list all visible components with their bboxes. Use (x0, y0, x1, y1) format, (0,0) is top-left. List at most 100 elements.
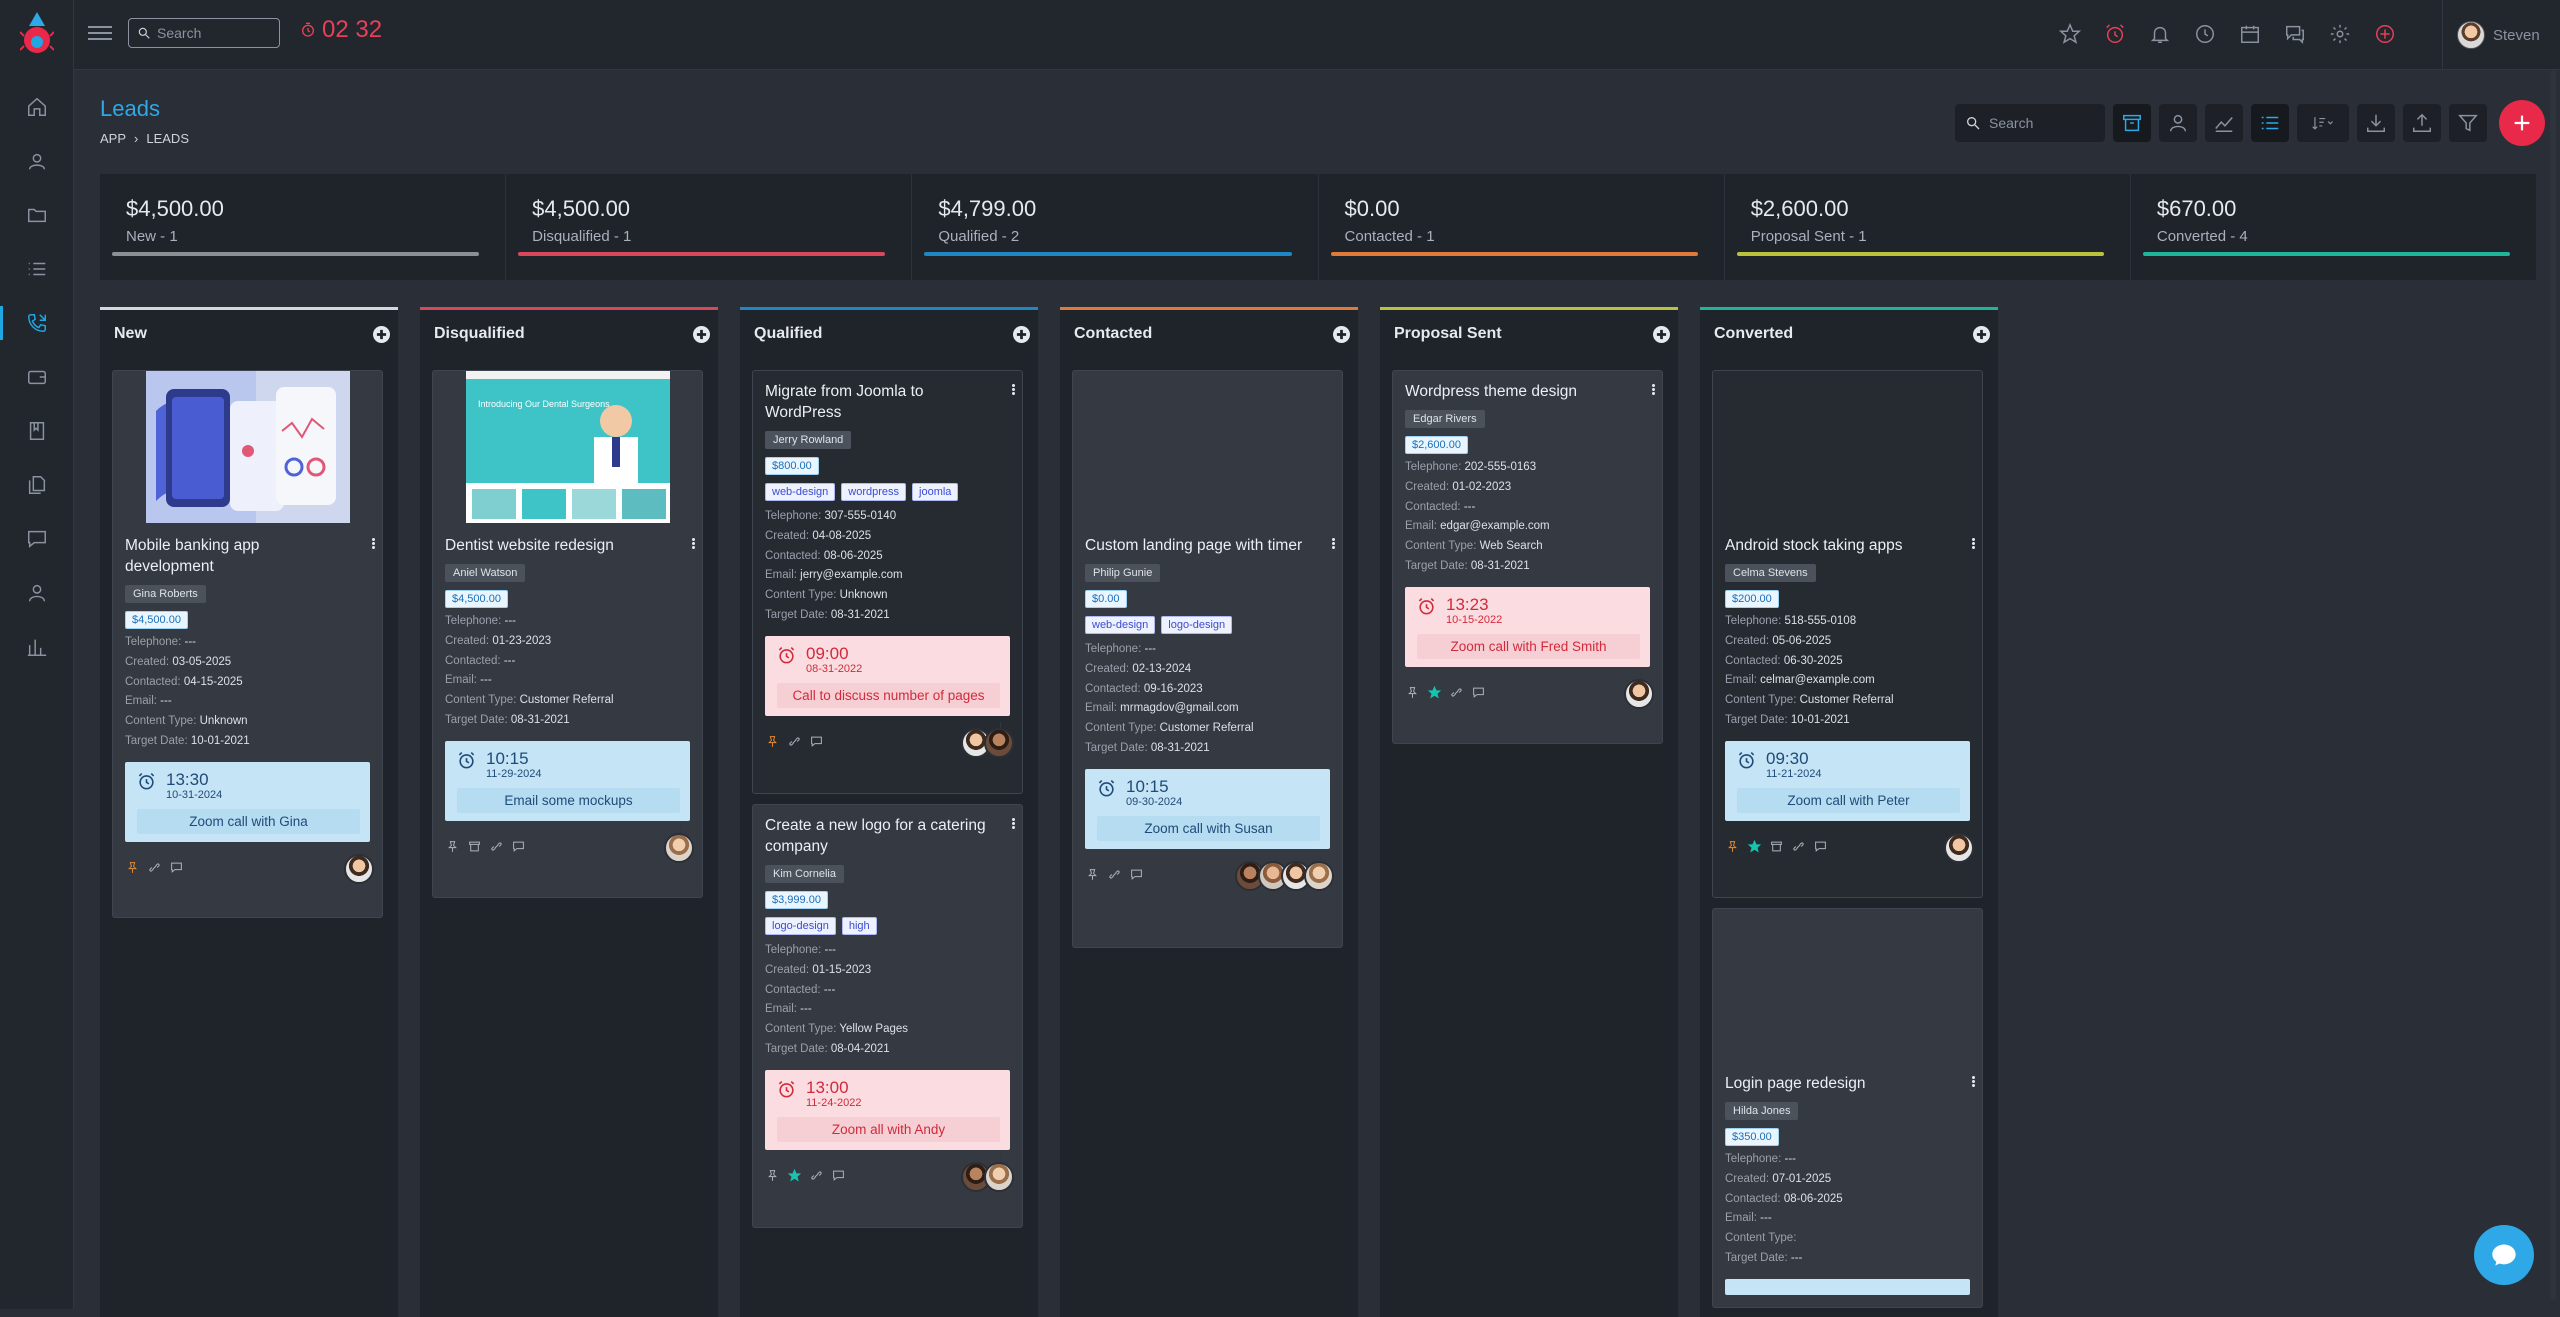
tag[interactable]: joomla (912, 483, 959, 501)
comment-icon[interactable] (511, 839, 526, 854)
card-title[interactable]: Dentist website redesign (433, 535, 702, 556)
lead-card[interactable]: Android stock taking apps Celma Stevens … (1712, 370, 1983, 898)
reminder[interactable]: 13:30 10-31-2024 Zoom call with Gina (125, 761, 370, 842)
avatar[interactable] (344, 853, 374, 884)
more-icon[interactable] (1972, 1075, 1976, 1088)
reminder[interactable]: 09:00 08-31-2022 Call to discuss number o… (765, 635, 1010, 716)
notifications-button[interactable] (2144, 20, 2175, 48)
favorites-button[interactable] (2054, 20, 2085, 48)
add-card-button[interactable] (373, 325, 390, 343)
support-chat-button[interactable] (2474, 1225, 2534, 1285)
comment-icon[interactable] (809, 734, 824, 749)
more-icon[interactable] (1012, 817, 1016, 830)
nav-contacts[interactable] (0, 134, 74, 188)
assigned-filter-button[interactable] (2159, 104, 2197, 142)
nav-book[interactable] (0, 404, 74, 458)
nav-reports[interactable] (0, 620, 74, 674)
card-title[interactable]: Mobile banking app development (113, 535, 382, 577)
settings-button[interactable] (2324, 20, 2355, 48)
add-card-button[interactable] (1973, 325, 1990, 343)
pin-icon[interactable] (765, 734, 780, 749)
star-icon[interactable] (1747, 839, 1762, 854)
star-icon[interactable] (787, 1168, 802, 1183)
card-title[interactable]: Custom landing page with timer (1073, 535, 1342, 556)
link-icon[interactable] (1449, 685, 1464, 700)
reminders-button[interactable] (2099, 20, 2130, 48)
add-card-button[interactable] (693, 325, 710, 343)
more-icon[interactable] (1652, 383, 1656, 396)
link-icon[interactable] (147, 860, 162, 875)
pin-icon[interactable] (765, 1168, 780, 1183)
avatar[interactable] (1944, 832, 1974, 863)
card-title[interactable]: Wordpress theme design (1393, 381, 1662, 402)
nav-files[interactable] (0, 458, 74, 512)
comment-icon[interactable] (1471, 685, 1486, 700)
breadcrumb-app[interactable]: APP (100, 131, 126, 146)
nav-leads[interactable] (0, 296, 74, 350)
nav-folder[interactable] (0, 188, 74, 242)
tag[interactable]: high (841, 917, 877, 935)
reminder[interactable]: 09:30 11-21-2024 Zoom call with Peter (1725, 740, 1970, 821)
archive-icon[interactable] (1769, 839, 1784, 854)
sort-button[interactable] (2297, 104, 2349, 142)
tag[interactable]: logo-design (1161, 616, 1233, 634)
import-button[interactable] (2357, 104, 2395, 142)
lead-card[interactable]: Create a new logo for a catering company… (752, 804, 1023, 1228)
calendar-button[interactable] (2234, 20, 2265, 48)
timesheet-button[interactable] (2189, 20, 2220, 48)
stats-button[interactable] (2205, 104, 2243, 142)
comment-icon[interactable] (169, 860, 184, 875)
reminder[interactable]: 10:15 09-30-2024 Zoom call with Susan (1085, 768, 1330, 849)
archive-icon[interactable] (467, 839, 482, 854)
pin-icon[interactable] (445, 839, 460, 854)
card-title[interactable]: Android stock taking apps (1713, 535, 1982, 556)
page-scrollbar[interactable] (2550, 70, 2556, 1300)
export-button[interactable] (2403, 104, 2441, 142)
user-menu[interactable]: Steven (2442, 0, 2560, 70)
leads-search-input[interactable]: Search (1955, 104, 2105, 142)
link-icon[interactable] (489, 839, 504, 854)
reminder[interactable]: 10:15 11-29-2024 Email some mockups (445, 740, 690, 821)
tag[interactable]: web-design (765, 483, 836, 501)
app-logo[interactable] (20, 10, 54, 58)
reminder[interactable]: 13:23 10-15-2022 Zoom call with Fred Smit… (1405, 586, 1650, 667)
lead-card[interactable]: Introducing Our Dental Surgeons Dentist … (432, 370, 703, 898)
more-icon[interactable] (1972, 537, 1976, 550)
pin-icon[interactable] (125, 860, 140, 875)
reminder[interactable] (1725, 1278, 1970, 1295)
tag[interactable]: web-design (1085, 616, 1156, 634)
avatar[interactable] (1624, 678, 1654, 709)
star-icon[interactable] (1427, 685, 1442, 700)
link-icon[interactable] (787, 734, 802, 749)
tag[interactable]: logo-design (765, 917, 836, 935)
nav-wallet[interactable] (0, 350, 74, 404)
list-view-button[interactable] (2251, 104, 2289, 142)
lead-card[interactable]: Migrate from Joomla to WordPress Jerry R… (752, 370, 1023, 794)
nav-user[interactable] (0, 566, 74, 620)
tag[interactable]: wordpress (841, 483, 907, 501)
reminder[interactable]: 13:00 11-24-2022 Zoom all with Andy (765, 1069, 1010, 1150)
add-lead-button[interactable] (2499, 100, 2545, 146)
nav-home[interactable] (0, 80, 74, 134)
lead-card[interactable]: Custom landing page with timer Philip Gu… (1072, 370, 1343, 948)
menu-toggle-icon[interactable] (88, 22, 112, 46)
more-icon[interactable] (692, 537, 696, 550)
global-search-input[interactable]: Search (128, 18, 280, 48)
quick-add-button[interactable] (2369, 20, 2400, 48)
comment-icon[interactable] (1813, 839, 1828, 854)
more-icon[interactable] (1012, 383, 1016, 396)
archive-toggle-button[interactable] (2113, 104, 2151, 142)
avatar[interactable] (984, 1161, 1014, 1192)
comment-icon[interactable] (831, 1168, 846, 1183)
timer[interactable]: 02 32 (300, 16, 382, 44)
link-icon[interactable] (809, 1168, 824, 1183)
card-title[interactable]: Migrate from Joomla to WordPress (753, 381, 1022, 423)
nav-list[interactable] (0, 242, 74, 296)
messages-button[interactable] (2279, 20, 2310, 48)
card-title[interactable]: Create a new logo for a catering company (753, 815, 1022, 857)
avatar[interactable] (984, 727, 1014, 758)
link-icon[interactable] (1107, 867, 1122, 882)
add-card-button[interactable] (1653, 325, 1670, 343)
lead-card[interactable]: Mobile banking app development Gina Robe… (112, 370, 383, 918)
lead-card[interactable]: Wordpress theme design Edgar Rivers $2,6… (1392, 370, 1663, 744)
